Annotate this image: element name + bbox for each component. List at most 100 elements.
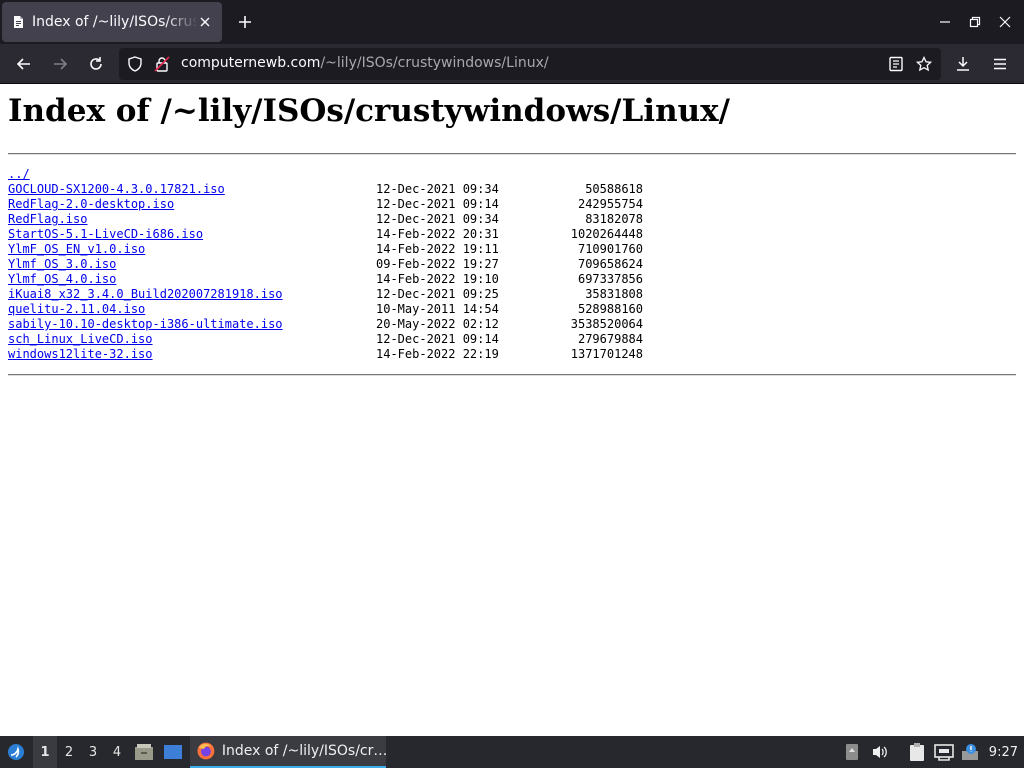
tab-title: Index of /~lily/ISOs/crustywindows/Linux… [32, 14, 198, 30]
reader-view-icon[interactable] [887, 55, 905, 73]
browser-tab[interactable]: Index of /~lily/ISOs/crustywindows/Linux… [2, 2, 222, 42]
file-link[interactable]: RedFlag.iso [8, 212, 87, 227]
hamburger-menu-icon [994, 58, 1006, 70]
reload-icon [90, 57, 102, 70]
forward-button[interactable] [48, 52, 72, 76]
file-row: Ylmf_OS_3.0.iso 09-Feb-2022 19:27 70965862… [8, 257, 708, 272]
file-size: 83182078 [585, 212, 643, 226]
file-row: StartOS-5.1-LiveCD-i686.iso 14-Feb-2022 2… [8, 227, 708, 242]
file-date: 12-Dec-2021 09:14 [376, 332, 499, 346]
parent-directory-link[interactable]: ../ [8, 167, 30, 182]
restore-icon[interactable] [965, 12, 985, 32]
taskbar: 1 2 3 4 Index of /~lily/ISOs/cr… 9:27 [0, 736, 1024, 768]
url-host: computernewb.com [181, 55, 321, 71]
network-icon[interactable] [933, 736, 955, 768]
bookmark-star-icon[interactable] [915, 55, 933, 73]
download-icon [957, 57, 969, 71]
downloads-button[interactable] [951, 52, 975, 76]
file-link[interactable]: iKuai8_x32_3.4.0_Build202007281918.iso [8, 287, 283, 302]
file-date: 12-Dec-2021 09:14 [376, 197, 499, 211]
file-date: 14-Feb-2022 19:11 [376, 242, 499, 256]
file-row: sabily-10.10-desktop-i386-ultimate.iso 20… [8, 317, 708, 332]
file-size: 1020264448 [570, 227, 643, 241]
page-content: Index of /~lily/ISOs/crustywindows/Linux… [0, 85, 1024, 736]
file-link[interactable]: sch_Linux_LiveCD.iso [8, 332, 153, 347]
removable-media-icon[interactable] [843, 736, 861, 768]
address-bar[interactable]: computernewb.com/~lily/ISOs/crustywindow… [119, 48, 941, 80]
file-row: Ylmf_OS_4.0.iso 14-Feb-2022 19:10 69733785… [8, 272, 708, 287]
page-favicon-icon [10, 14, 26, 30]
top-divider [8, 153, 1016, 155]
file-row: windows12lite-32.iso 14-Feb-2022 22:19 137… [8, 347, 708, 362]
file-link[interactable]: sabily-10.10-desktop-i386-ultimate.iso [8, 317, 283, 332]
url-path: /~lily/ISOs/crustywindows/Linux/ [320, 55, 549, 71]
url-text[interactable]: computernewb.com/~lily/ISOs/crustywindow… [181, 55, 549, 71]
close-tab-icon[interactable] [196, 13, 214, 31]
lxqt-logo-icon [8, 744, 24, 760]
back-button[interactable] [12, 52, 36, 76]
file-link[interactable]: quelitu-2.11.04.iso [8, 302, 145, 317]
file-link[interactable]: RedFlag-2.0-desktop.iso [8, 197, 174, 212]
file-link[interactable]: GOCLOUD-SX1200-4.3.0.17821.iso [8, 182, 225, 197]
app-menu-button[interactable] [988, 52, 1012, 76]
workspace-2[interactable]: 2 [57, 736, 81, 768]
file-date: 12-Dec-2021 09:25 [376, 287, 499, 301]
forward-arrow-icon [54, 58, 68, 70]
volume-icon[interactable] [870, 736, 890, 768]
workspace-1[interactable]: 1 [33, 736, 57, 768]
file-size: 1371701248 [570, 347, 643, 361]
file-link[interactable]: Ylmf_OS_3.0.iso [8, 257, 116, 272]
file-size: 35831808 [585, 287, 643, 301]
show-desktop-icon[interactable] [162, 736, 184, 768]
file-date: 14-Feb-2022 20:31 [376, 227, 499, 241]
file-size: 3538520064 [570, 317, 643, 331]
file-row: YlmF_OS_EN_v1.0.iso 14-Feb-2022 19:11 7109… [8, 242, 708, 257]
file-size: 697337856 [577, 272, 643, 286]
file-date: 09-Feb-2022 19:27 [376, 257, 499, 271]
file-size: 710901760 [577, 242, 643, 256]
file-row: RedFlag.iso 12-Dec-2021 09:34 83182078 [8, 212, 708, 227]
file-link[interactable]: YlmF_OS_EN_v1.0.iso [8, 242, 145, 257]
taskbar-window-label: Index of /~lily/ISOs/cr… [221, 743, 386, 759]
update-notifier-icon[interactable] [959, 736, 981, 768]
file-row: RedFlag-2.0-desktop.iso 12-Dec-2021 09:14… [8, 197, 708, 212]
new-tab-button[interactable] [234, 11, 256, 33]
file-row: sch_Linux_LiveCD.iso 12-Dec-2021 09:14 279… [8, 332, 708, 347]
file-link[interactable]: windows12lite-32.iso [8, 347, 153, 362]
file-link[interactable]: Ylmf_OS_4.0.iso [8, 272, 116, 287]
navigation-toolbar: computernewb.com/~lily/ISOs/crustywindow… [0, 44, 1024, 84]
start-menu-button[interactable] [2, 736, 30, 768]
file-manager-icon[interactable] [133, 736, 155, 768]
file-date: 14-Feb-2022 22:19 [376, 347, 499, 361]
bottom-divider [8, 374, 1016, 376]
clock[interactable]: 9:27 [989, 736, 1018, 768]
file-date: 12-Dec-2021 09:34 [376, 212, 499, 226]
file-date: 10-May-2011 14:54 [376, 302, 499, 316]
file-row: quelitu-2.11.04.iso 10-May-2011 14:54 5289… [8, 302, 708, 317]
browser-tab-strip: Index of /~lily/ISOs/crustywindows/Linux… [0, 0, 1024, 44]
file-size: 279679884 [577, 332, 643, 346]
clipboard-icon[interactable] [906, 736, 928, 768]
file-size: 528988160 [577, 302, 643, 316]
file-date: 14-Feb-2022 19:10 [376, 272, 499, 286]
file-size: 242955754 [577, 197, 643, 211]
back-arrow-icon [16, 58, 30, 70]
file-size: 709658624 [577, 257, 643, 271]
file-row: iKuai8_x32_3.4.0_Build202007281918.iso 12… [8, 287, 708, 302]
file-date: 12-Dec-2021 09:34 [376, 182, 499, 196]
workspace-4[interactable]: 4 [105, 736, 129, 768]
reload-button[interactable] [84, 52, 108, 76]
file-date: 20-May-2022 02:12 [376, 317, 499, 331]
insecure-lock-icon[interactable] [153, 55, 171, 73]
taskbar-window-button[interactable]: Index of /~lily/ISOs/cr… [190, 736, 386, 768]
workspace-3[interactable]: 3 [81, 736, 105, 768]
minimize-icon[interactable] [935, 12, 955, 32]
firefox-icon [197, 742, 215, 760]
file-row: GOCLOUD-SX1200-4.3.0.17821.iso 12-Dec-202… [8, 182, 708, 197]
close-window-icon[interactable] [995, 12, 1015, 32]
file-link[interactable]: StartOS-5.1-LiveCD-i686.iso [8, 227, 203, 242]
file-size: 50588618 [585, 182, 643, 196]
page-title: Index of /~lily/ISOs/crustywindows/Linux… [8, 93, 730, 129]
file-listing: ../ GOCLOUD-SX1200-4.3.0.17821.iso 12-Dec… [8, 167, 708, 362]
tracking-shield-icon[interactable] [126, 55, 144, 73]
